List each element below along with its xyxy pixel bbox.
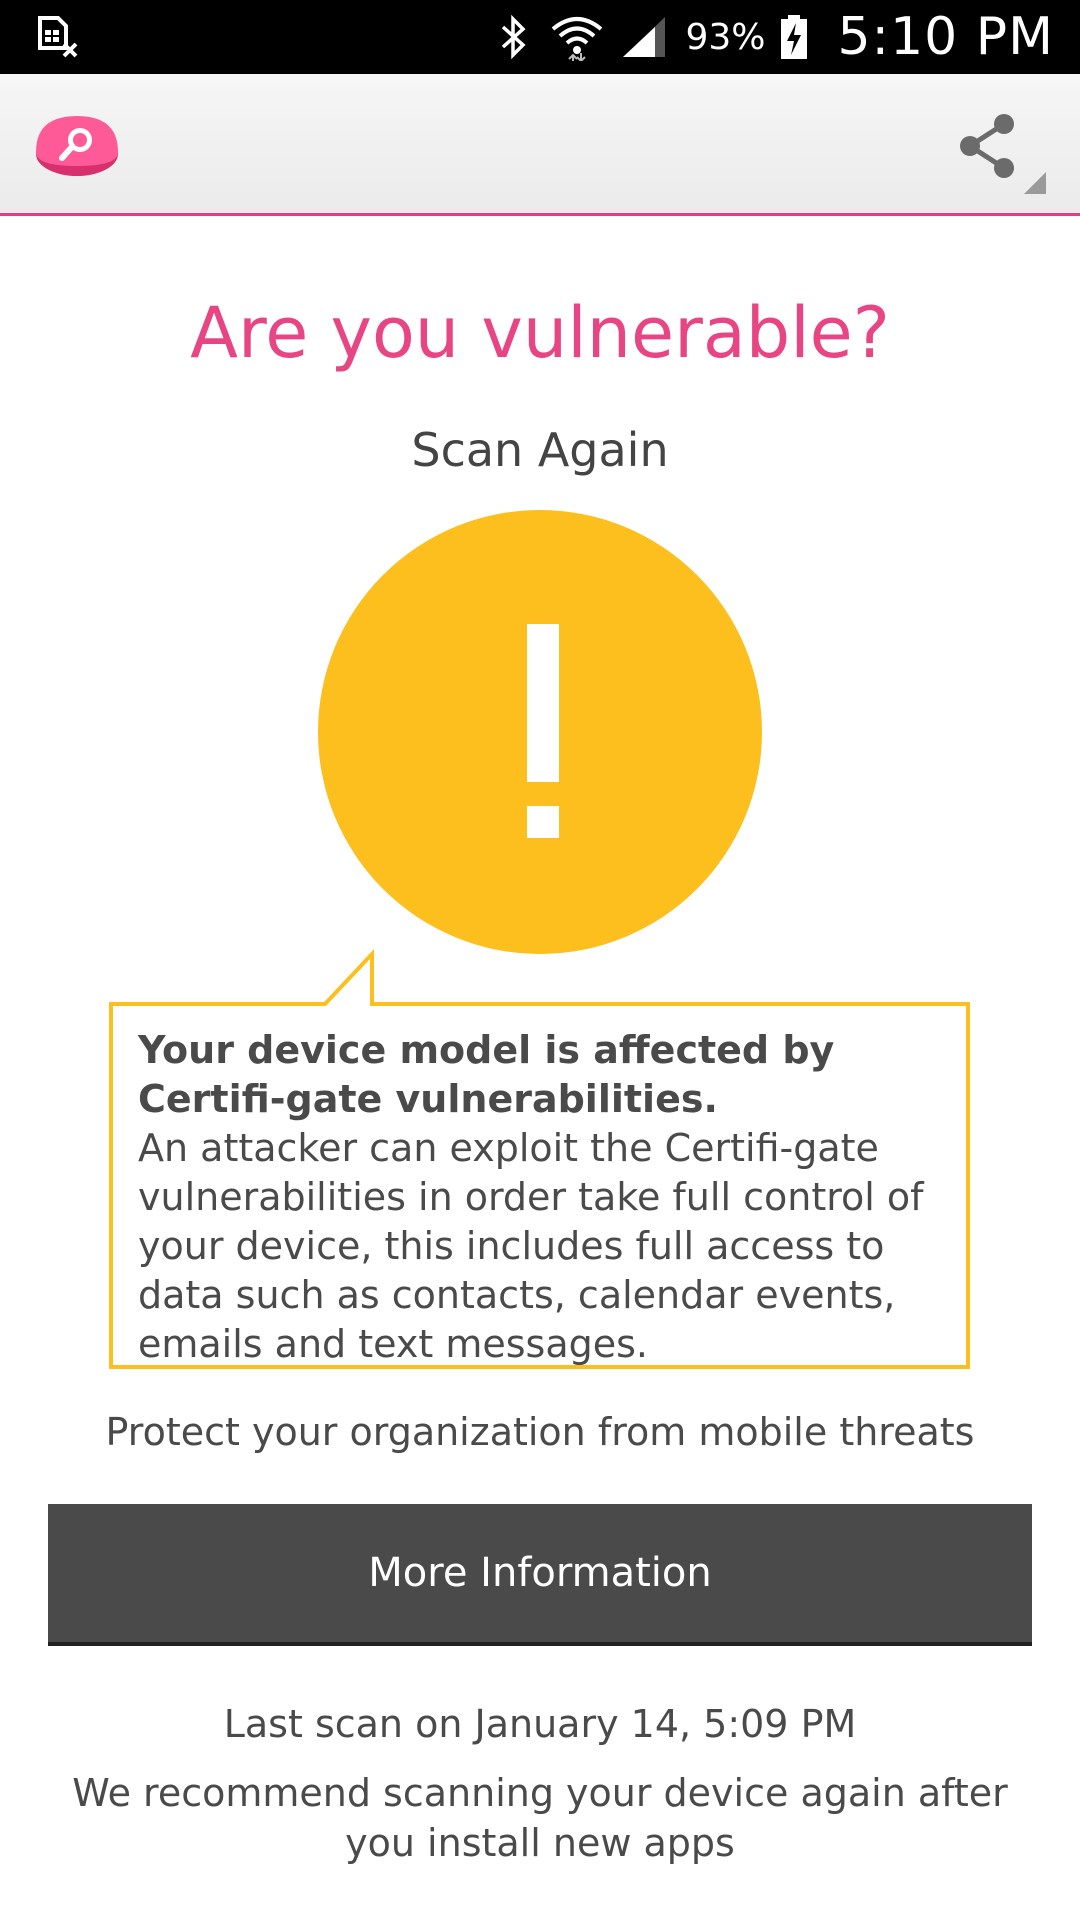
- battery-percent: 93%: [685, 16, 766, 58]
- clock: 5:10 PM: [837, 7, 1054, 67]
- app-bar: [0, 74, 1080, 216]
- magnifier-logo-icon[interactable]: [34, 114, 120, 180]
- vulnerability-message: Your device model is affected by Certifi…: [138, 1026, 958, 1369]
- callout-body: An attacker can exploit the Certifi-gate…: [138, 1126, 924, 1366]
- wifi-icon: [552, 17, 603, 61]
- cell-signal-icon: [623, 17, 666, 57]
- page-title: Are you vulnerable?: [190, 292, 890, 374]
- scan-again-button[interactable]: Scan Again: [390, 420, 690, 480]
- status-bar: 93% 5:10 PM: [0, 0, 1080, 74]
- exclamation-icon: [527, 624, 559, 782]
- bluetooth-icon: [502, 14, 526, 60]
- battery-charging-icon: [781, 15, 808, 59]
- more-information-button[interactable]: More Information: [48, 1504, 1032, 1646]
- sim-card-x-icon: [38, 16, 78, 58]
- callout-heading: Your device model is affected by Certifi…: [138, 1028, 835, 1121]
- warning-indicator: [318, 510, 762, 954]
- share-icon[interactable]: [954, 112, 1048, 196]
- last-scan-text: Last scan on January 14, 5:09 PM: [223, 1702, 857, 1746]
- status-icons: 93% 5:10 PM: [491, 0, 1054, 74]
- recommendation-text: We recommend scanning your device again …: [72, 1771, 1008, 1865]
- protect-text: Protect your organization from mobile th…: [105, 1410, 975, 1454]
- exclamation-dot: [527, 806, 559, 838]
